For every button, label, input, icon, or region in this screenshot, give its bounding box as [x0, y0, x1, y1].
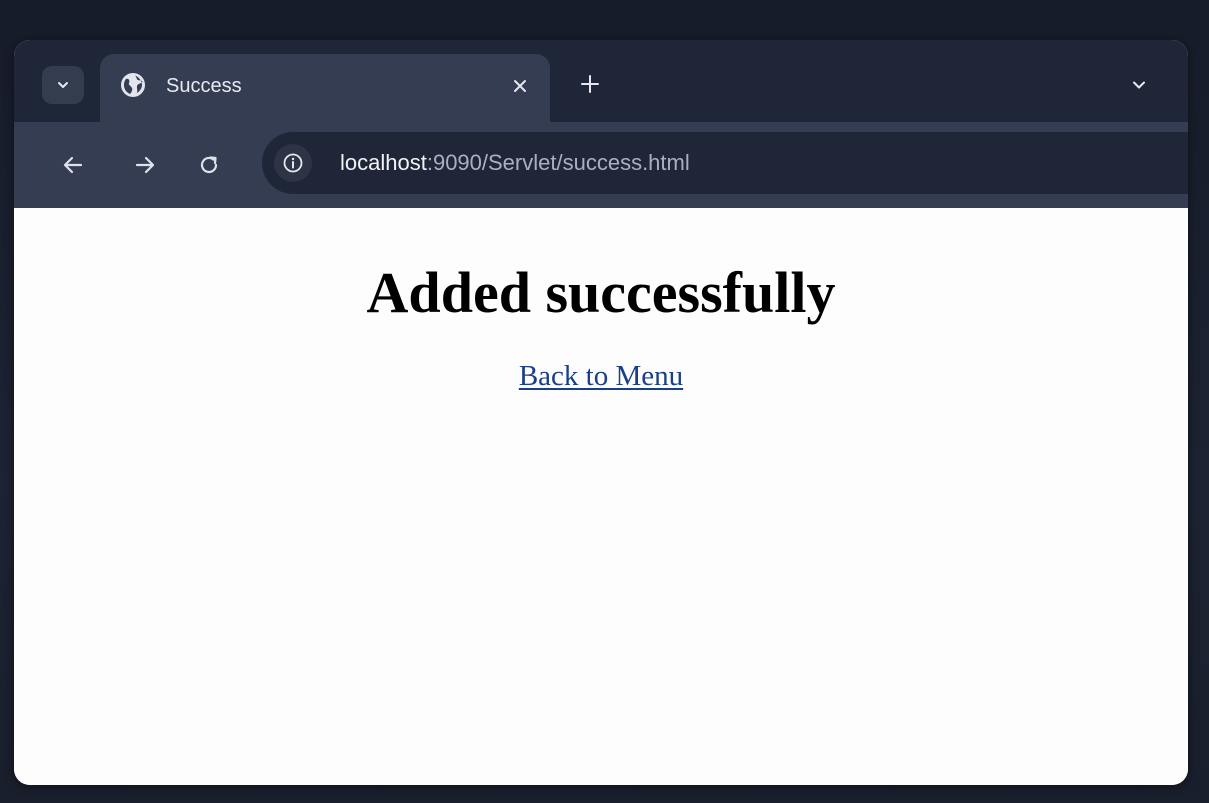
tab-strip: Success	[14, 40, 1188, 124]
chevron-down-icon	[1133, 81, 1145, 89]
url-path: :9090/Servlet/success.html	[426, 150, 690, 175]
tab-close-button[interactable]	[508, 74, 532, 98]
back-link-container: Back to Menu	[14, 358, 1188, 394]
chevron-down-icon	[58, 82, 68, 88]
info-icon	[283, 153, 303, 173]
address-bar[interactable]: localhost:9090/Servlet/success.html	[262, 132, 1188, 194]
browser-window: Success localhost:9090/Servlet/success.h…	[14, 40, 1188, 785]
reload-button[interactable]	[192, 148, 226, 182]
globe-icon	[121, 73, 145, 97]
new-tab-button[interactable]	[576, 70, 604, 98]
page-content: Added successfully Back to Menu	[14, 208, 1188, 785]
reload-icon	[200, 156, 218, 174]
tab-search-button[interactable]	[42, 66, 84, 104]
tab-title: Success	[166, 75, 242, 97]
url-host: localhost	[340, 150, 427, 175]
tab-list-button[interactable]	[1126, 72, 1152, 98]
close-icon	[514, 80, 526, 92]
browser-toolbar: localhost:9090/Servlet/success.html	[14, 122, 1188, 208]
arrow-left-icon	[63, 156, 83, 174]
site-info-button[interactable]	[274, 144, 312, 182]
url-text: localhost:9090/Servlet/success.html	[340, 149, 690, 177]
page-heading: Added successfully	[366, 260, 836, 325]
tab-success[interactable]: Success	[100, 54, 550, 124]
back-button[interactable]	[56, 148, 90, 182]
arrow-right-icon	[135, 156, 155, 174]
plus-icon	[581, 75, 599, 93]
forward-button[interactable]	[128, 148, 162, 182]
back-to-menu-link[interactable]: Back to Menu	[519, 360, 683, 392]
